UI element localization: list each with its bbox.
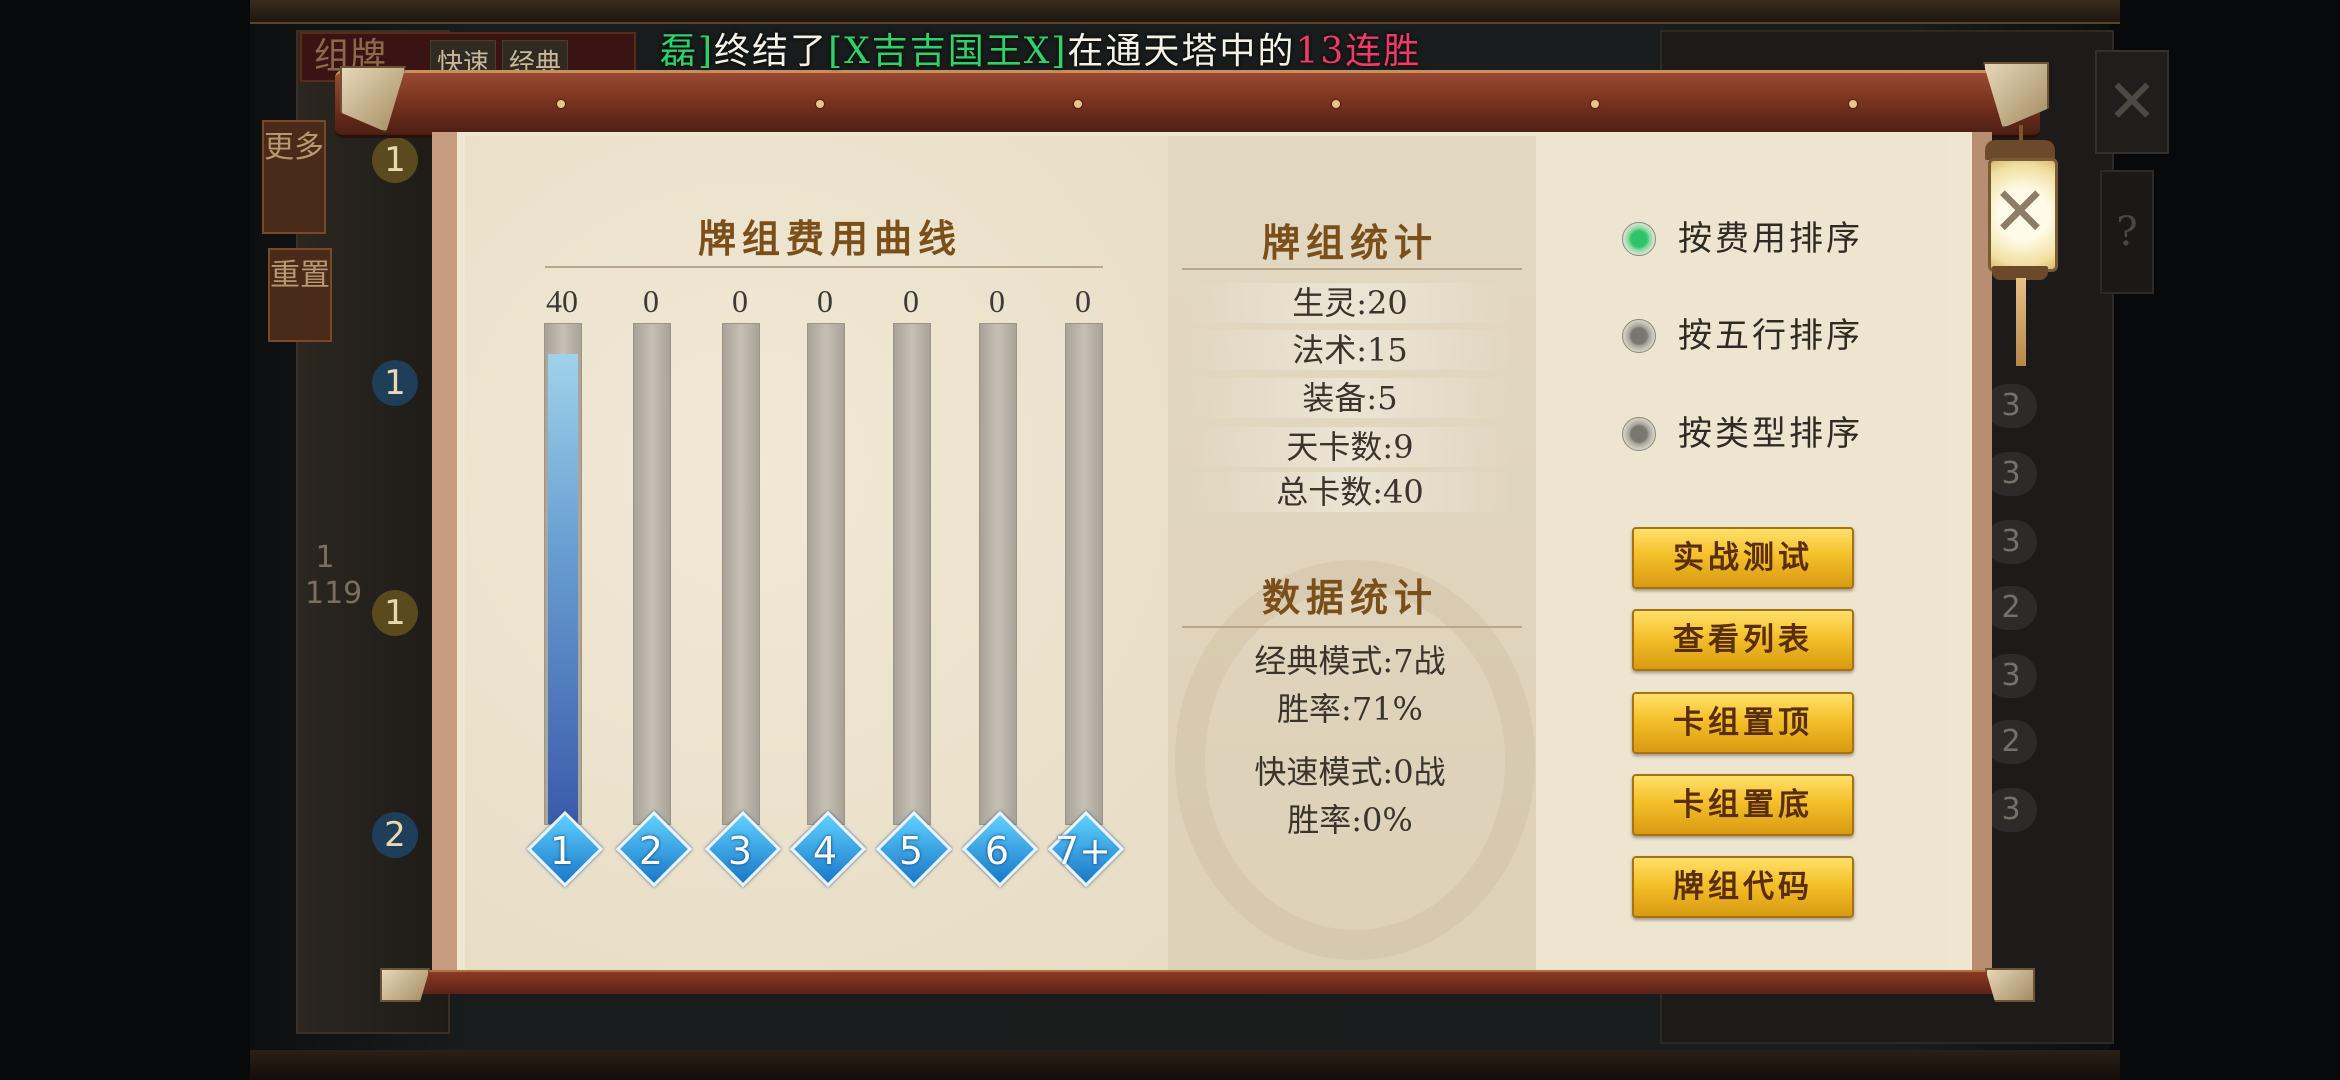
background-reset-button: 重置 — [268, 248, 332, 342]
background-card-cost: 3 — [1985, 452, 2037, 496]
title-divider — [545, 266, 1103, 268]
background-page-indicator: 1 119 — [305, 540, 363, 612]
broadcast-prefix: 磊] — [660, 31, 715, 72]
broadcast-text: 在通天塔中的 — [1067, 31, 1296, 72]
bar-count: 0 — [903, 283, 919, 319]
stat-sky-cards: 天卡数:9 — [1185, 427, 1515, 467]
sort-by-cost-label: 按费用排序 — [1678, 219, 1863, 259]
data-stats-title: 数据统计 — [1261, 575, 1438, 620]
classic-mode-games: 经典模式:7战 — [1254, 642, 1446, 680]
cost-label: 5 — [898, 829, 924, 873]
background-close-icon: ✕ — [2095, 50, 2169, 154]
bar-count: 0 — [643, 283, 659, 319]
background-cost-badge: 1 — [372, 360, 418, 406]
quick-mode-winrate: 胜率:0% — [1287, 801, 1413, 839]
background-card-cost: 2 — [1985, 720, 2037, 764]
background-more-button: 更多 — [262, 120, 326, 234]
radio-icon — [1622, 319, 1656, 353]
rod-stud — [1332, 100, 1340, 108]
rod-stud — [1849, 100, 1857, 108]
bar-fill — [548, 354, 578, 824]
rod-stud — [816, 100, 824, 108]
background-card-cost: 3 — [1985, 520, 2037, 564]
bar-count: 0 — [989, 283, 1005, 319]
broadcast-text: 终结了 — [714, 31, 829, 72]
deck-move-top-button[interactable]: 卡组置顶 — [1632, 692, 1854, 754]
background-cost-badge: 1 — [372, 137, 418, 183]
quick-mode-games: 快速模式:0战 — [1254, 753, 1446, 791]
rod-stud — [557, 100, 565, 108]
cost-curve-title: 牌组费用曲线 — [697, 216, 962, 261]
broadcast-streak: 13连胜 — [1295, 31, 1422, 72]
cost-label: 4 — [812, 829, 838, 873]
bar-count: 40 — [546, 283, 578, 319]
background-help-icon: ? — [2100, 170, 2154, 294]
rod-stud — [1591, 100, 1599, 108]
bar-track — [1065, 323, 1103, 825]
stat-total-cards: 总卡数:40 — [1185, 472, 1515, 512]
background-frame-bottom — [250, 1050, 2120, 1080]
bar-count: 0 — [732, 283, 748, 319]
stat-creatures: 生灵:20 — [1185, 283, 1515, 323]
background-frame-top — [250, 0, 2120, 24]
lantern-close-icon[interactable]: ✕ — [1988, 168, 2052, 258]
bar-count: 0 — [817, 283, 833, 319]
cost-label: 1 — [549, 829, 575, 873]
practice-test-button[interactable]: 实战测试 — [1632, 527, 1854, 589]
lantern-tassel — [2016, 278, 2026, 366]
cost-label: 7+ — [1054, 829, 1112, 873]
title-divider — [1182, 268, 1522, 270]
deck-code-button[interactable]: 牌组代码 — [1632, 856, 1854, 918]
classic-mode-winrate: 胜率:71% — [1277, 690, 1423, 728]
deck-stats-title: 牌组统计 — [1261, 220, 1438, 265]
radio-icon — [1622, 222, 1656, 256]
background-card-cost: 2 — [1985, 586, 2037, 630]
bar-track — [979, 323, 1017, 825]
background-card-cost: 3 — [1985, 788, 2037, 832]
sort-by-type-label: 按类型排序 — [1678, 414, 1863, 454]
system-broadcast: 磊]终结了[X吉吉国王X]在通天塔中的13连胜 — [660, 22, 1421, 72]
bar-track — [544, 323, 582, 825]
stat-spells: 法术:15 — [1185, 330, 1515, 370]
background-card-cost: 3 — [1985, 384, 2037, 428]
bar-track — [807, 323, 845, 825]
stat-equipment: 装备:5 — [1185, 378, 1515, 418]
scroll-rod-top — [335, 70, 2040, 138]
view-list-button[interactable]: 查看列表 — [1632, 609, 1854, 671]
cost-label: 6 — [984, 829, 1010, 873]
deck-move-bottom-button[interactable]: 卡组置底 — [1632, 774, 1854, 836]
title-divider — [1182, 626, 1522, 628]
bar-track — [893, 323, 931, 825]
cost-label: 2 — [638, 829, 664, 873]
lantern-top — [1985, 140, 2055, 160]
broadcast-player: [X吉吉国王X] — [828, 31, 1068, 72]
background-card-cost: 3 — [1985, 654, 2037, 698]
background-page-total: 119 — [305, 576, 363, 611]
rod-stud — [1074, 100, 1082, 108]
bar-count: 0 — [1075, 283, 1091, 319]
background-cost-badge: 1 — [372, 590, 418, 636]
background-cost-badge: 2 — [372, 812, 418, 858]
bar-track — [722, 323, 760, 825]
scroll-rod-bottom — [385, 970, 2030, 994]
radio-icon — [1622, 417, 1656, 451]
bar-track — [633, 323, 671, 825]
sort-by-element-label: 按五行排序 — [1678, 316, 1863, 356]
cost-label: 3 — [727, 829, 753, 873]
background-page-current: 1 — [315, 540, 335, 575]
